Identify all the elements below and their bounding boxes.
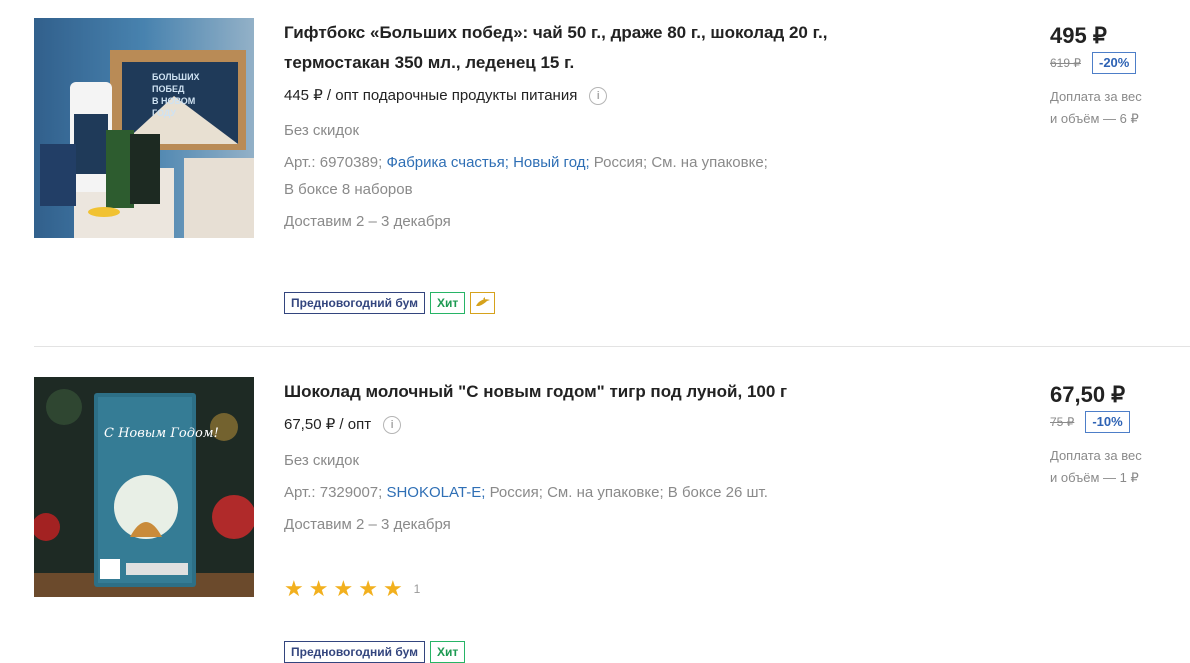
- current-price: 495 ₽: [1050, 23, 1107, 48]
- brand-link[interactable]: Фабрика счастья;: [386, 154, 508, 171]
- svg-text:ПОБЕД: ПОБЕД: [152, 84, 185, 94]
- wholesale-price: 445 ₽ / опт подарочные продукты питания …: [284, 86, 884, 106]
- product-meta: Арт.: 7329007; SHOKOLAT-E; Россия; См. н…: [284, 479, 884, 506]
- product-meta: Арт.: 6970389; Фабрика счастья; Новый го…: [284, 149, 884, 203]
- star-icon: ★: [284, 576, 304, 601]
- promo-badge[interactable]: Предновогодний бум: [284, 641, 425, 663]
- product-card: БОЛЬШИХ ПОБЕД В НОВОМ ГОДУ Гифтбокс «Бол…: [0, 0, 1190, 346]
- badges: Предновогодний бум Хит: [284, 292, 496, 314]
- svg-text:ГОДУ: ГОДУ: [152, 108, 176, 118]
- weight-surcharge: Доплата за вес и объём — 1 ₽: [1050, 445, 1190, 489]
- hit-badge[interactable]: Хит: [429, 292, 466, 314]
- info-icon[interactable]: i: [383, 416, 402, 434]
- box-quantity: В боксе 8 наборов: [284, 181, 413, 198]
- category-link[interactable]: Новый год;: [513, 154, 590, 171]
- product-title[interactable]: Шоколад молочный "С новым годом" тигр по…: [284, 377, 884, 407]
- star-icon: ★: [358, 576, 378, 601]
- delivery-date: Доставим 2 – 3 декабря: [284, 213, 451, 230]
- product-image[interactable]: БОЛЬШИХ ПОБЕД В НОВОМ ГОДУ: [34, 18, 254, 238]
- price-block: 67,50 ₽ 75 ₽ -10% Доплата за вес и объём…: [1050, 381, 1190, 489]
- shelf-life: См. на упаковке;: [651, 154, 768, 171]
- brand-link[interactable]: SHOKOLAT-E;: [386, 484, 485, 501]
- discount-badge: -10%: [1085, 411, 1130, 433]
- wholesale-price: 67,50 ₽ / опт i: [284, 415, 884, 435]
- product-info: Гифтбокс «Больших побед»: чай 50 г., дра…: [284, 18, 884, 230]
- article-number: Арт.: 7329007;: [284, 484, 383, 501]
- product-title[interactable]: Гифтбокс «Больших побед»: чай 50 г., дра…: [284, 18, 884, 78]
- old-price-row: 619 ₽ -20%: [1050, 52, 1190, 74]
- product-image[interactable]: С Новым Годом!: [34, 377, 254, 597]
- shelf-life: См. на упаковке;: [547, 484, 664, 501]
- old-price: 619 ₽: [1050, 56, 1081, 70]
- old-price: 75 ₽: [1050, 415, 1075, 429]
- info-icon[interactable]: i: [589, 87, 608, 105]
- surcharge-line: и объём — 1 ₽: [1050, 470, 1139, 485]
- surcharge-line: Доплата за вес: [1050, 448, 1142, 463]
- weight-surcharge: Доплата за вес и объём — 6 ₽: [1050, 86, 1190, 130]
- product-title-line[interactable]: Гифтбокс «Больших побед»: чай 50 г., дра…: [284, 18, 884, 48]
- box-quantity: В боксе 26 шт.: [667, 484, 768, 501]
- wholesale-price-text: 67,50 ₽ / опт: [284, 416, 372, 433]
- dolphin-icon[interactable]: [470, 292, 496, 314]
- discount-badge: -20%: [1092, 52, 1137, 74]
- no-discount-label: Без скидок: [284, 452, 359, 469]
- product-info: Шоколад молочный "С новым годом" тигр по…: [284, 377, 884, 533]
- price-block: 495 ₽ 619 ₽ -20% Доплата за вес и объём …: [1050, 22, 1190, 130]
- product-title-line[interactable]: Шоколад молочный "С новым годом" тигр по…: [284, 377, 884, 407]
- promo-badge[interactable]: Предновогодний бум: [284, 292, 425, 314]
- review-count[interactable]: 1: [414, 582, 421, 596]
- current-price: 67,50 ₽: [1050, 382, 1126, 407]
- hit-badge[interactable]: Хит: [429, 641, 466, 663]
- delivery-date: Доставим 2 – 3 декабря: [284, 516, 451, 533]
- surcharge-line: и объём — 6 ₽: [1050, 111, 1139, 126]
- svg-text:В НОВОМ: В НОВОМ: [152, 96, 195, 106]
- country: Россия;: [593, 154, 648, 171]
- star-icon: ★: [308, 576, 329, 601]
- product-title-line[interactable]: термостакан 350 мл., леденец 15 г.: [284, 48, 884, 78]
- no-discount-label: Без скидок: [284, 122, 359, 139]
- product-card: С Новым Годом! Шоколад молочный "С новым…: [0, 347, 1190, 663]
- star-icon: ★: [382, 576, 403, 601]
- rating[interactable]: ★ ★ ★ ★ ★ 1: [284, 578, 420, 600]
- star-icon: ★: [333, 576, 354, 601]
- surcharge-line: Доплата за вес: [1050, 89, 1142, 104]
- product-image-caption: С Новым Годом!: [104, 426, 219, 441]
- wholesale-price-text: 445 ₽ / опт подарочные продукты питания: [284, 87, 578, 104]
- badges: Предновогодний бум Хит: [284, 641, 466, 663]
- svg-text:БОЛЬШИХ: БОЛЬШИХ: [152, 72, 200, 82]
- old-price-row: 75 ₽ -10%: [1050, 411, 1190, 433]
- country: Россия;: [489, 484, 543, 501]
- article-number: Арт.: 6970389;: [284, 154, 383, 171]
